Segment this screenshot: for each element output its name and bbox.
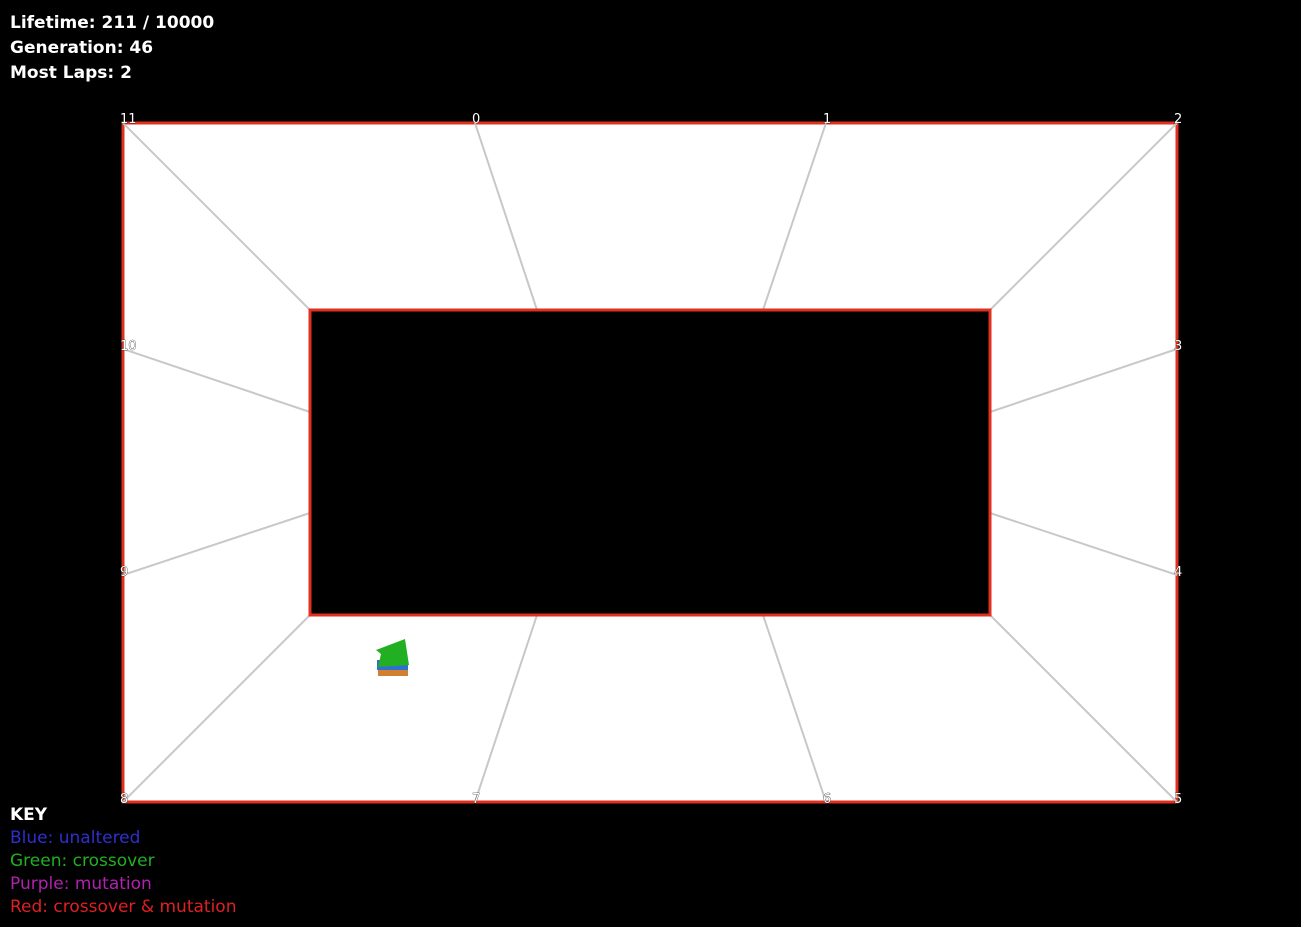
checkpoint-label-5: 5 (1174, 792, 1182, 807)
color-key: KEY Blue: unaltered Green: crossover Pur… (10, 804, 236, 919)
checkpoint-label-2: 2 (1174, 112, 1182, 127)
key-title: KEY (10, 805, 48, 825)
checkpoint-label-3: 3 (1174, 339, 1182, 354)
key-item-green: Green: crossover (10, 851, 155, 871)
key-item-blue: Blue: unaltered (10, 828, 141, 848)
checkpoint-label-0: 0 (472, 112, 480, 127)
checkpoint-label-4: 4 (1174, 565, 1182, 580)
checkpoint-label-9: 9 (120, 565, 128, 580)
track-inner-barrier (308, 308, 992, 617)
checkpoint-label-6: 6 (823, 792, 831, 807)
race-track: 0 1 2 3 4 5 6 7 8 9 10 11 (120, 112, 1183, 808)
key-item-red: Red: crossover & mutation (10, 897, 237, 917)
checkpoint-label-11: 11 (120, 112, 137, 127)
checkpoint-label-1: 1 (823, 112, 831, 127)
key-item-purple: Purple: mutation (10, 874, 152, 894)
checkpoint-label-7: 7 (472, 792, 480, 807)
checkpoint-label-10: 10 (120, 339, 137, 354)
